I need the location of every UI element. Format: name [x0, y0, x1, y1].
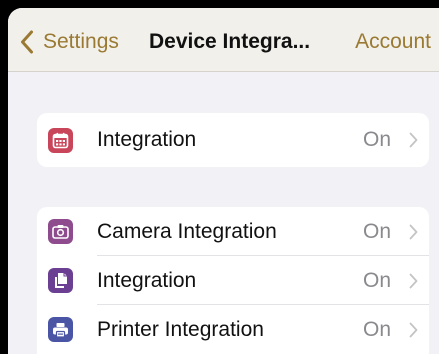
calendar-icon — [48, 127, 73, 153]
integration-row[interactable]: Integration On — [37, 113, 429, 167]
account-button[interactable]: Account — [355, 28, 431, 56]
row-value: On — [362, 268, 391, 292]
navigation-bar: Settings Device Integra... Account — [8, 8, 439, 72]
row-label: Camera Integration — [97, 219, 277, 243]
camera-integration-row[interactable]: Camera Integration On — [37, 207, 429, 256]
camera-icon — [48, 219, 73, 244]
page-title: Device Integra... — [149, 30, 311, 53]
row-value: On — [362, 317, 391, 341]
document-icon — [48, 268, 73, 293]
settings-screen: Settings Device Integra... Account Integ… — [8, 8, 439, 354]
row-label: Printer Integration — [97, 317, 264, 341]
chevron-left-icon — [21, 30, 33, 54]
printer-icon — [48, 317, 73, 342]
row-value: On — [362, 219, 391, 243]
integration-row[interactable]: Integration On — [37, 256, 429, 305]
row-label: Integration — [97, 128, 197, 151]
row-label: Integration — [97, 268, 197, 292]
settings-group-1: Integration On — [37, 113, 429, 167]
back-button-label: Settings — [43, 30, 119, 53]
chevron-right-icon — [409, 132, 418, 148]
back-button[interactable]: Settings — [20, 28, 119, 56]
chevron-right-icon — [409, 224, 418, 239]
settings-group-2: Camera Integration On Integration On Pri… — [37, 207, 429, 354]
chevron-right-icon — [409, 273, 418, 288]
chevron-right-icon — [409, 322, 418, 337]
printer-integration-row[interactable]: Printer Integration On — [37, 305, 429, 354]
row-value: On — [362, 128, 391, 151]
